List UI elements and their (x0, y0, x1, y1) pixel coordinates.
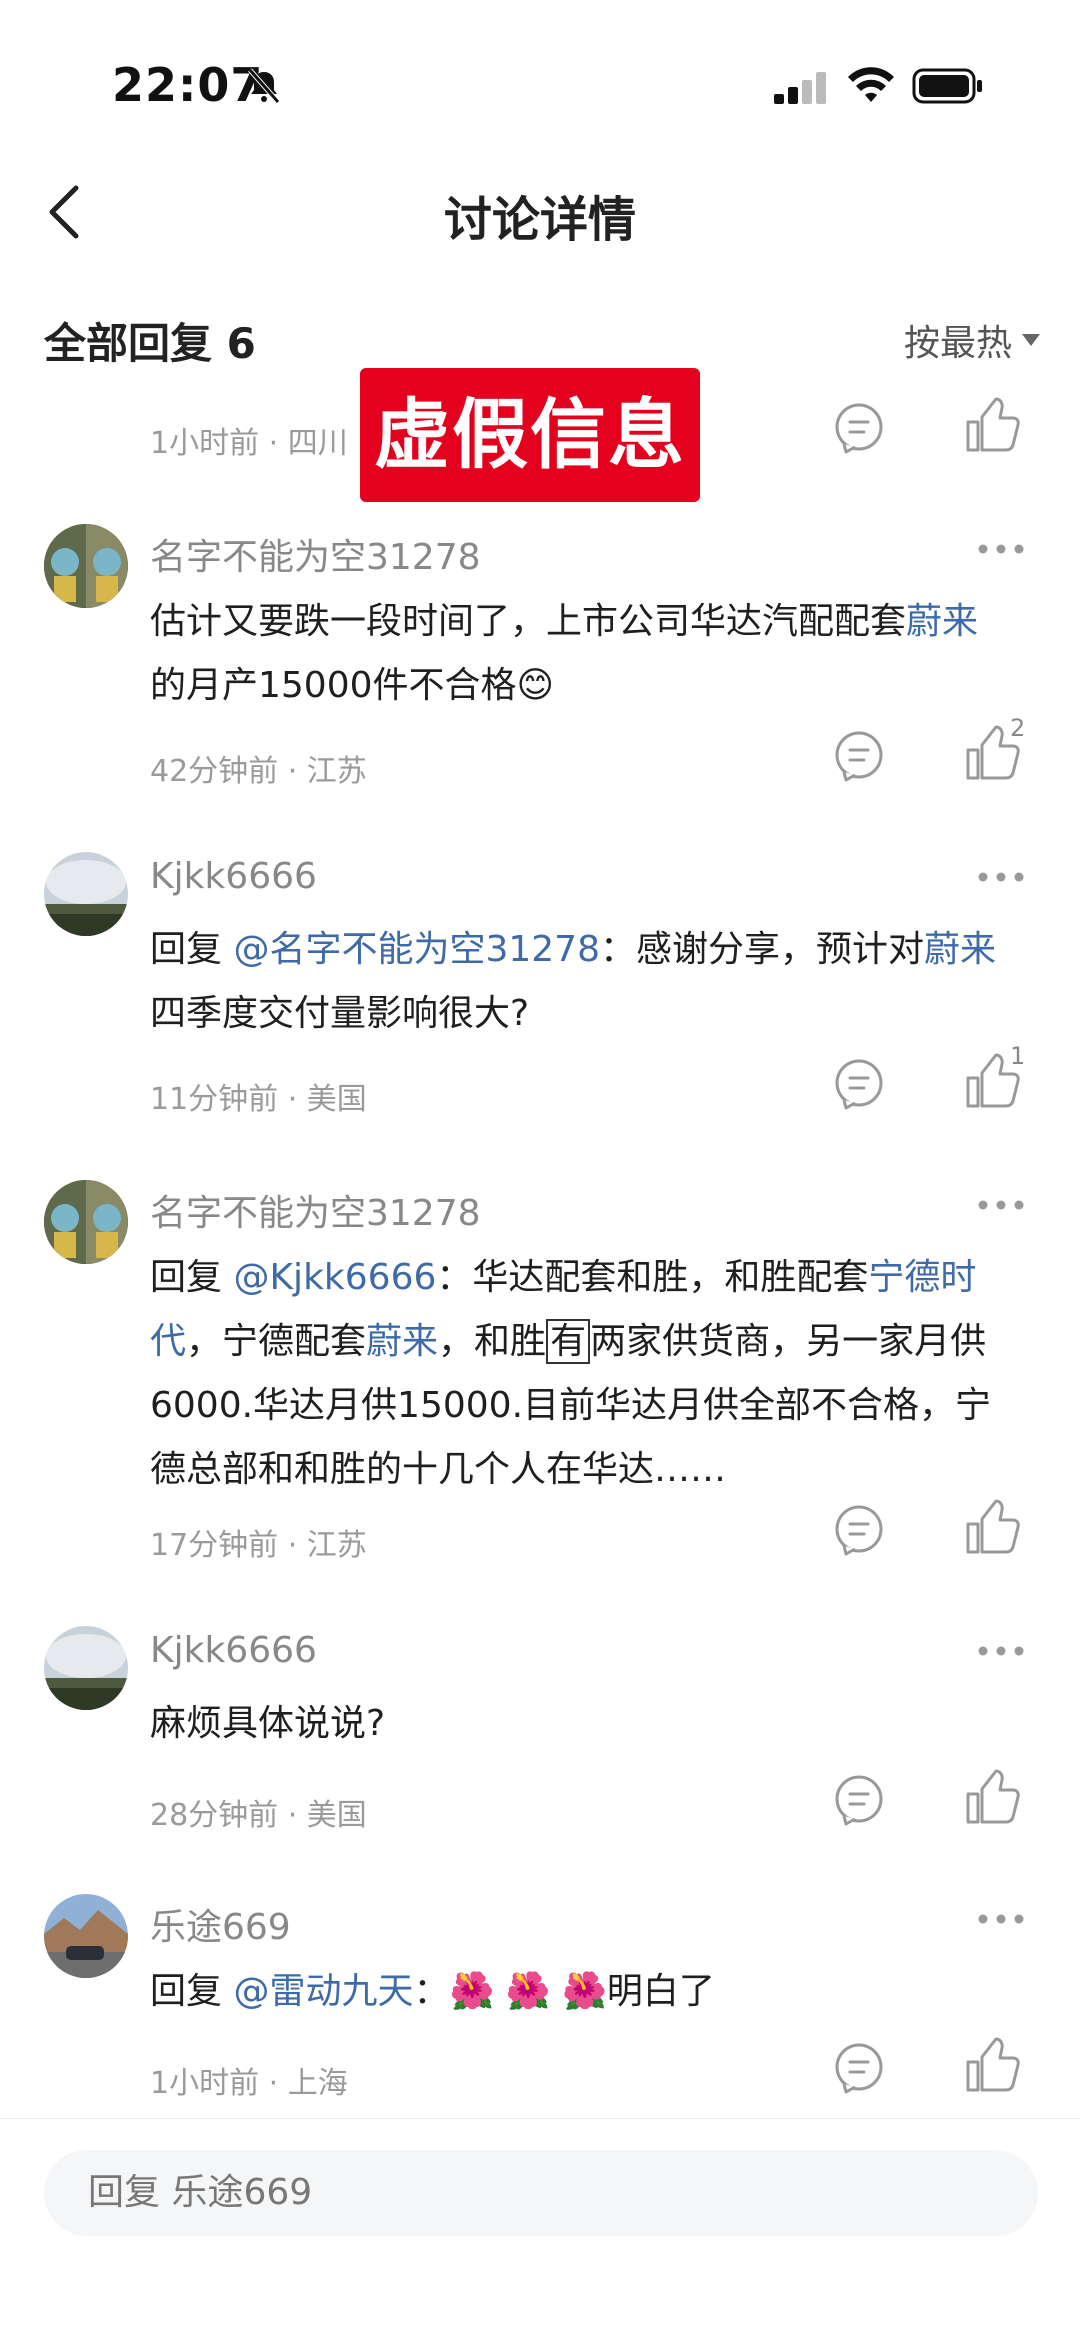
reply-icon[interactable] (830, 400, 888, 458)
comment-meta: 28分钟前 · 美国 (150, 1798, 367, 1833)
comment-meta: 1小时前 · 四川 (150, 426, 348, 461)
reply-icon[interactable] (830, 1056, 888, 1114)
false-info-stamp: 虚假信息 (360, 368, 700, 502)
user-mention[interactable]: @名字不能为空31278 (233, 929, 600, 970)
flower-emoji: 🌺 🌺 🌺 (449, 1971, 607, 2012)
avatar[interactable] (44, 1180, 128, 1264)
more-dots-icon[interactable] (978, 1646, 1024, 1656)
caret-down-icon (1022, 334, 1040, 346)
replies-count-header: 全部回复 6 (44, 319, 256, 368)
user-mention[interactable]: @雷动九天 (233, 1971, 413, 2012)
like-count: 2 (1010, 714, 1026, 742)
comment-username[interactable]: Kjkk6666 (150, 856, 317, 897)
comment-text: 估计又要跌一段时间了，上市公司华达汽配配套蔚来 的月产15000件不合格😊 (150, 601, 979, 706)
avatar[interactable] (44, 524, 128, 608)
topic-link[interactable]: 代 (150, 1321, 186, 1362)
user-mention[interactable]: @Kjkk6666 (233, 1257, 436, 1298)
topic-link[interactable]: 蔚来 (906, 601, 978, 642)
comment-text: 回复 @名字不能为空31278：感谢分享，预计对蔚来 四季度交付量影响很大? (150, 929, 997, 1034)
smile-emoji: 😊 (516, 665, 555, 706)
topic-link[interactable]: 宁德时 (868, 1257, 976, 1298)
like-count: 1 (1010, 1042, 1026, 1070)
bell-slash-icon (248, 68, 280, 104)
status-time: 22:07 (112, 58, 264, 112)
avatar[interactable] (44, 852, 128, 936)
thumbs-up-icon[interactable] (962, 2036, 1022, 2096)
comment-username[interactable]: 名字不能为空31278 (150, 528, 481, 580)
comment-username[interactable]: Kjkk6666 (150, 1630, 317, 1671)
comment-text: 回复 @雷动九天：🌺 🌺 🌺明白了 (150, 1971, 715, 2012)
thumbs-up-icon[interactable] (962, 1498, 1022, 1558)
more-dots-icon[interactable] (978, 1914, 1024, 1924)
divider (0, 2118, 1080, 2119)
reply-icon[interactable] (830, 2040, 888, 2098)
comment-text: 回复 @Kjkk6666：华达配套和胜，和胜配套宁德时 代，宁德配套蔚来，和胜有… (150, 1257, 992, 1490)
comment-meta: 42分钟前 · 江苏 (150, 754, 367, 789)
signal-icon (774, 72, 826, 104)
thumbs-up-icon[interactable] (962, 1768, 1022, 1828)
comment-username[interactable]: 乐途669 (150, 1898, 291, 1950)
comment-meta: 11分钟前 · 美国 (150, 1082, 367, 1117)
reply-input[interactable]: 回复 乐途669 (44, 2150, 1038, 2236)
comment-username[interactable]: 名字不能为空31278 (150, 1184, 481, 1236)
avatar[interactable] (44, 1894, 128, 1978)
page-title: 讨论详情 (443, 192, 636, 248)
topic-link[interactable]: 蔚来 (366, 1321, 438, 1362)
comment-meta: 1小时前 · 上海 (150, 2066, 348, 2101)
thumbs-up-icon[interactable] (962, 396, 1022, 456)
more-dots-icon[interactable] (978, 544, 1024, 554)
topic-link[interactable]: 蔚来 (924, 929, 996, 970)
reply-icon[interactable] (830, 1772, 888, 1830)
sort-dropdown[interactable]: 按最热 (904, 314, 1040, 366)
more-dots-icon[interactable] (978, 1200, 1024, 1210)
reply-icon[interactable] (830, 1502, 888, 1560)
avatar[interactable] (44, 1626, 128, 1710)
wifi-icon (848, 67, 894, 102)
more-dots-icon[interactable] (978, 872, 1024, 882)
sort-label: 按最热 (903, 323, 1012, 364)
comment-text: 麻烦具体说说? (150, 1703, 386, 1744)
comment-meta: 17分钟前 · 江苏 (150, 1528, 367, 1563)
reply-icon[interactable] (830, 728, 888, 786)
battery-icon (912, 68, 982, 104)
status-bar: 22:07 (0, 0, 1080, 170)
